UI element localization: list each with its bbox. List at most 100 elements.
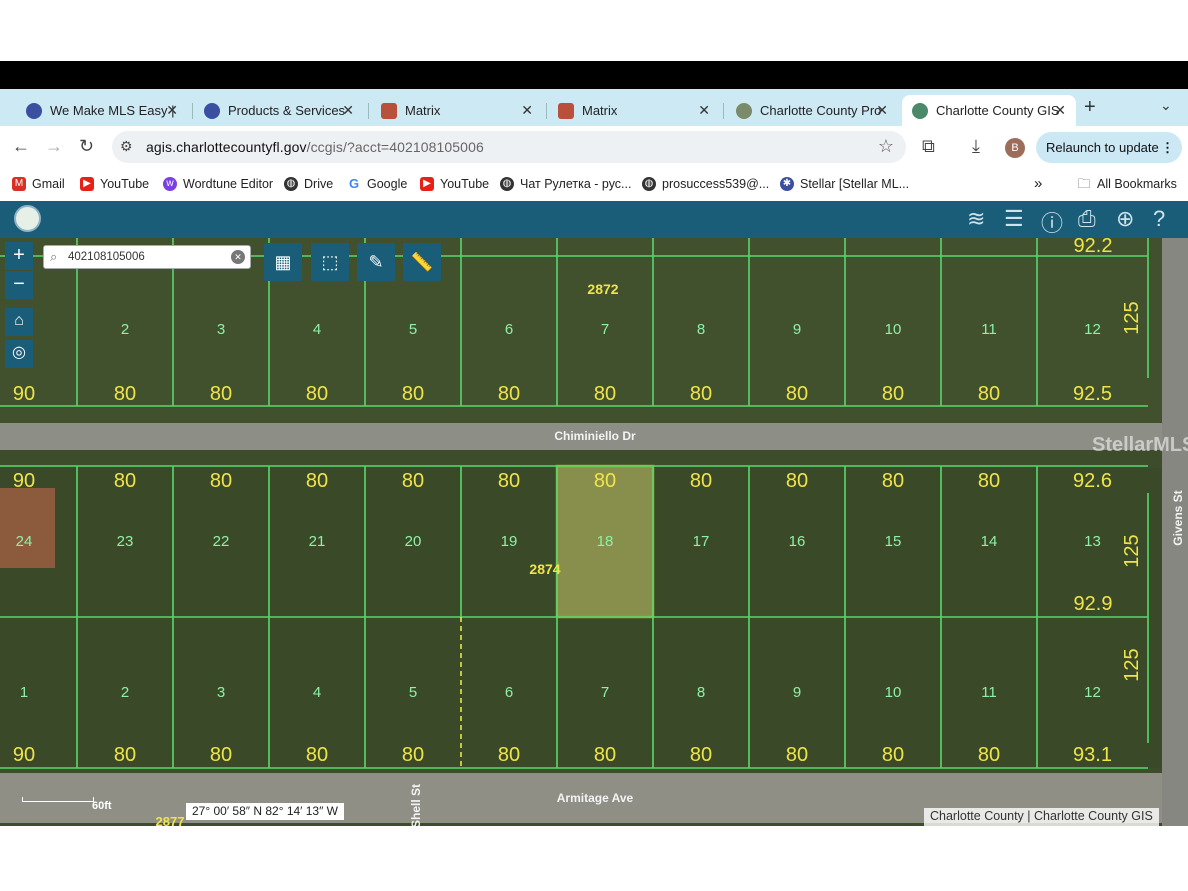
lot-number-label: 2: [121, 684, 129, 701]
download-icon[interactable]: ⤓: [972, 136, 980, 157]
tab-4[interactable]: Charlotte County Pro ✕: [726, 95, 898, 126]
basemap-globe-icon[interactable]: ⊕: [1116, 206, 1134, 232]
bookmark-label: YouTube: [100, 177, 150, 191]
more-menu-icon[interactable]: ⋮: [1161, 132, 1174, 163]
close-icon[interactable]: ✕: [698, 102, 710, 119]
frontage-label: 90: [13, 470, 35, 492]
lot-number-label: 6: [505, 321, 513, 338]
coordinate-readout: 27° 00′ 58″ N 82° 14′ 13″ W: [186, 803, 345, 820]
frontage-label: 80: [498, 744, 520, 766]
reload-icon[interactable]: ↻: [79, 136, 94, 157]
tab-separator: [546, 103, 547, 119]
url-path: /ccgis/?acct=402108105006: [306, 139, 484, 155]
extensions-icon[interactable]: ⧉: [922, 136, 935, 157]
map-view[interactable]: 2 3 4 5 6 7 8 9 10 11 12 90 80 80 80 80 80 80 80 80 80 80 92.5…: [0, 238, 1188, 826]
scale-bar: [22, 797, 94, 802]
home-icon[interactable]: ⌂: [5, 308, 33, 336]
help-icon[interactable]: ?: [1153, 206, 1165, 232]
frontage-label: 80: [690, 470, 712, 492]
lot-number-label: 23: [117, 533, 134, 550]
tab-separator: [723, 103, 724, 119]
watermark: StellarMLS: [1092, 434, 1188, 456]
stellar-icon: [204, 102, 220, 119]
frontage-label: 80: [210, 470, 232, 492]
bookmark-drive[interactable]: ◍ Drive: [284, 177, 333, 191]
bookmark-label: YouTube: [440, 177, 490, 191]
tab-0[interactable]: We Make MLS Easy | ✕: [16, 95, 188, 126]
close-icon[interactable]: ✕: [166, 102, 178, 119]
tab-2[interactable]: Matrix ✕: [371, 95, 543, 126]
forward-icon[interactable]: →: [45, 136, 63, 157]
tab-3[interactable]: Matrix ✕: [548, 95, 720, 126]
select-tool-icon[interactable]: ⬚: [311, 243, 349, 281]
locate-icon[interactable]: ◎: [5, 340, 33, 368]
tab-label: Charlotte County GIS: [936, 103, 1060, 118]
frontage-label: 80: [786, 744, 808, 766]
site-info-icon[interactable]: ⚙: [120, 138, 133, 155]
all-bookmarks-button[interactable]: 🗀 All Bookmarks: [1077, 177, 1176, 192]
bookmark-label: Чат Рулетка - рус...: [520, 177, 632, 191]
bookmark-gmail[interactable]: M Gmail: [12, 177, 65, 191]
close-icon[interactable]: ✕: [521, 102, 533, 119]
frontage-label: 80: [690, 744, 712, 766]
tab-separator: [192, 103, 193, 119]
lot-number-label: 5: [409, 684, 417, 701]
relaunch-button[interactable]: Relaunch to update ⋮: [1036, 132, 1182, 163]
bookmark-youtube[interactable]: ▶ YouTube: [80, 177, 149, 191]
grid-tool-icon[interactable]: ▦: [264, 243, 302, 281]
zoom-in-button[interactable]: +: [5, 242, 33, 270]
bookmark-stellar[interactable]: ✱ Stellar [Stellar ML...: [780, 177, 909, 191]
layers-icon[interactable]: ≋: [967, 206, 985, 232]
tab-label: Products & Services: [228, 103, 346, 118]
frontage-label: 80: [882, 470, 904, 492]
profile-avatar[interactable]: B: [1005, 138, 1025, 158]
lot-number-label: 7: [601, 684, 609, 701]
county-logo[interactable]: [14, 205, 41, 232]
lot-number-label: 10: [885, 684, 902, 701]
tab-search-chevron-icon[interactable]: ⌄: [1160, 97, 1172, 114]
frontage-label: 90: [13, 744, 35, 766]
frontage-label: 92.5: [1073, 383, 1112, 405]
block-number-label: 2877: [156, 814, 185, 826]
lot-number-label: 14: [981, 533, 998, 550]
close-icon[interactable]: ✕: [876, 102, 888, 119]
map-attribution: Charlotte County | Charlotte County GIS: [924, 808, 1159, 826]
info-icon[interactable]: ⓘ: [1041, 206, 1063, 238]
zoom-out-button[interactable]: −: [5, 271, 33, 299]
bookmark-chat-roulette[interactable]: ◍ Чат Рулетка - рус...: [500, 177, 631, 191]
parcel-map: 2 3 4 5 6 7 8 9 10 11 1290 80 80 80 80 80 80 80 80 80 80 92.5…: [0, 238, 1188, 826]
bookmark-prosuccess[interactable]: ◍ prosuccess539@...: [642, 177, 769, 191]
frontage-label: 80: [786, 470, 808, 492]
lot-number-label: 20: [405, 533, 422, 550]
clear-search-icon[interactable]: ✕: [231, 250, 245, 264]
back-icon[interactable]: ←: [12, 136, 30, 157]
wordtune-icon: w: [163, 177, 177, 191]
bookmark-star-icon[interactable]: ☆: [878, 136, 894, 157]
legend-list-icon[interactable]: ☰: [1004, 206, 1024, 232]
bookmark-google[interactable]: G Google: [347, 177, 407, 192]
lot-number-label: 4: [313, 684, 321, 701]
measure-tool-icon[interactable]: 📏: [403, 243, 441, 281]
lot-number-label: 12: [1084, 684, 1101, 701]
search-value[interactable]: 402108105006: [68, 251, 145, 263]
house-roof: [0, 488, 55, 568]
tab-5-active[interactable]: Charlotte County GIS ✕: [902, 95, 1076, 126]
print-icon[interactable]: ⎙: [1078, 206, 1096, 232]
close-icon[interactable]: ✕: [342, 102, 354, 119]
frontage-label: 80: [114, 383, 136, 405]
tab-1[interactable]: Products & Services ✕: [194, 95, 364, 126]
stellar-icon: [26, 102, 42, 119]
bookmarks-overflow-button[interactable]: »: [1034, 175, 1042, 192]
close-icon[interactable]: ✕: [1054, 102, 1066, 119]
gmail-icon: M: [12, 177, 26, 191]
url-text[interactable]: agis.charlottecountyfl.gov/ccgis/?acct=4…: [146, 139, 484, 155]
frontage-label: 80: [402, 744, 424, 766]
parcel-search-input[interactable]: ⌕ 402108105006 ✕: [43, 245, 251, 269]
new-tab-button[interactable]: +: [1084, 96, 1096, 119]
stellar-icon: ✱: [780, 177, 794, 191]
url-host: agis.charlottecountyfl.gov: [146, 139, 307, 155]
bookmark-youtube-2[interactable]: ▶ YouTube: [420, 177, 489, 191]
address-bar[interactable]: ⚙ agis.charlottecountyfl.gov/ccgis/?acct…: [112, 131, 906, 163]
bookmark-wordtune[interactable]: w Wordtune Editor: [163, 177, 273, 191]
edit-tool-icon[interactable]: ✎: [357, 243, 395, 281]
